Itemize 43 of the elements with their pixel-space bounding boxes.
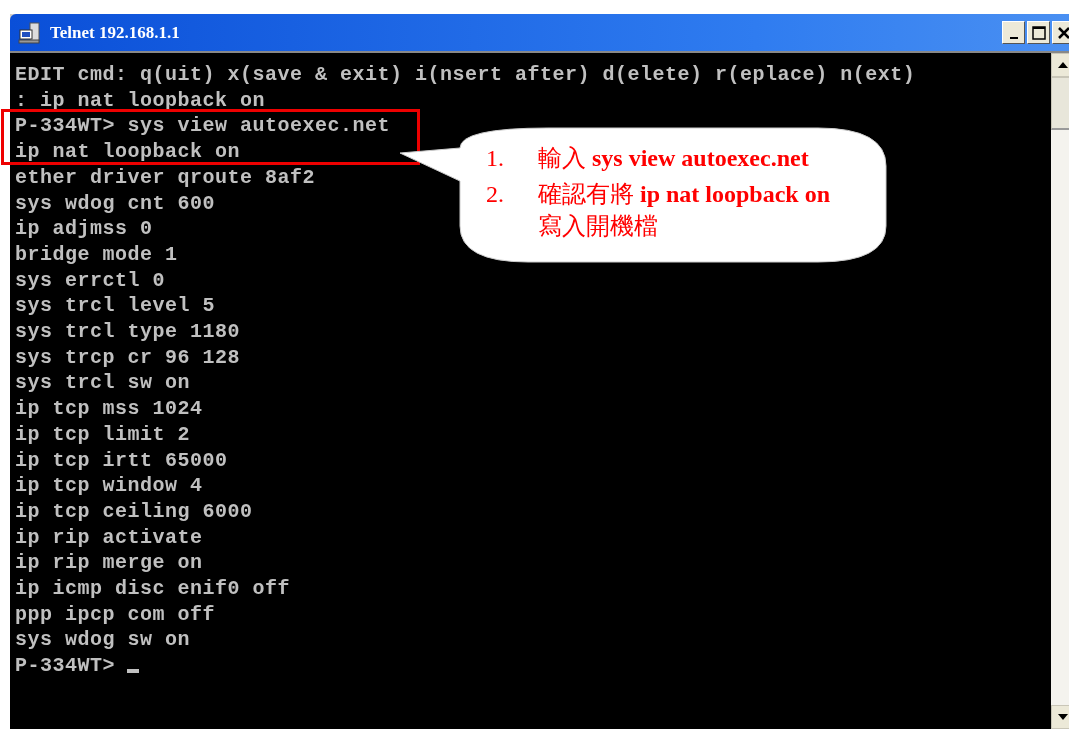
list-number: 1. <box>486 144 505 173</box>
close-icon <box>1056 25 1069 40</box>
terminal-line: sys wdog sw on <box>15 627 191 654</box>
terminal-line: EDIT cmd: q(uit) x(save & exit) i(nsert after) d(elete) r(eplace) n(ext) <box>15 62 916 88</box>
terminal-line: ip tcp ceiling 6000 <box>15 498 253 525</box>
scrollbar[interactable] <box>1051 53 1069 729</box>
computer-icon <box>18 21 42 44</box>
window-title: Telnet 192.168.1.1 <box>50 22 180 43</box>
terminal-line: sys trcl type 1180 <box>15 319 241 345</box>
terminal-line: ip nat loopback on <box>15 139 241 165</box>
minimize-icon <box>1009 36 1018 39</box>
terminal-line: sys trcp cr 96 128 <box>15 344 241 371</box>
up-arrow-icon <box>1058 62 1068 68</box>
scroll-up-button[interactable] <box>1051 53 1069 77</box>
terminal-line: P-334WT> sys view autoexec.net <box>15 113 391 140</box>
terminal-prompt: P-334WT> <box>15 653 115 679</box>
terminal-line: bridge mode 1 <box>15 241 178 268</box>
terminal-line: ip adjmss 0 <box>15 216 153 242</box>
maximize-button[interactable] <box>1027 21 1050 44</box>
terminal-line: sys wdog cnt 600 <box>15 190 216 217</box>
terminal-line: ip rip activate <box>15 524 203 551</box>
terminal-line: sys errctl 0 <box>15 267 166 294</box>
close-button[interactable] <box>1052 21 1069 44</box>
terminal-line: ip tcp irtt 65000 <box>15 447 228 474</box>
terminal-line: ip rip merge on <box>15 550 203 577</box>
terminal-line: sys trcl level 5 <box>15 293 216 320</box>
terminal-line: : ip nat loopback on <box>15 87 266 114</box>
callout-text: 確認有將 ip nat loopback on 寫入開機檔 <box>538 180 832 241</box>
scroll-thumb[interactable] <box>1051 77 1069 130</box>
terminal-line: ppp ipcp com off <box>15 601 216 628</box>
terminal-line: ether driver qroute 8af2 <box>15 164 316 191</box>
terminal-line: ip icmp disc enif0 off <box>15 576 291 602</box>
text-cursor <box>127 668 139 673</box>
callout-text: 輸入 sys view autoexec.net <box>538 144 810 173</box>
maximize-icon <box>1031 25 1046 40</box>
terminal-line: sys trcl sw on <box>15 370 191 397</box>
terminal-line: ip tcp mss 1024 <box>15 396 203 422</box>
terminal-line: ip tcp window 4 <box>15 473 203 499</box>
list-number: 2. <box>486 180 505 209</box>
scroll-down-button[interactable] <box>1051 705 1069 729</box>
down-arrow-icon <box>1058 714 1068 720</box>
minimize-button[interactable] <box>1002 21 1025 44</box>
terminal-line: ip tcp limit 2 <box>15 421 191 448</box>
